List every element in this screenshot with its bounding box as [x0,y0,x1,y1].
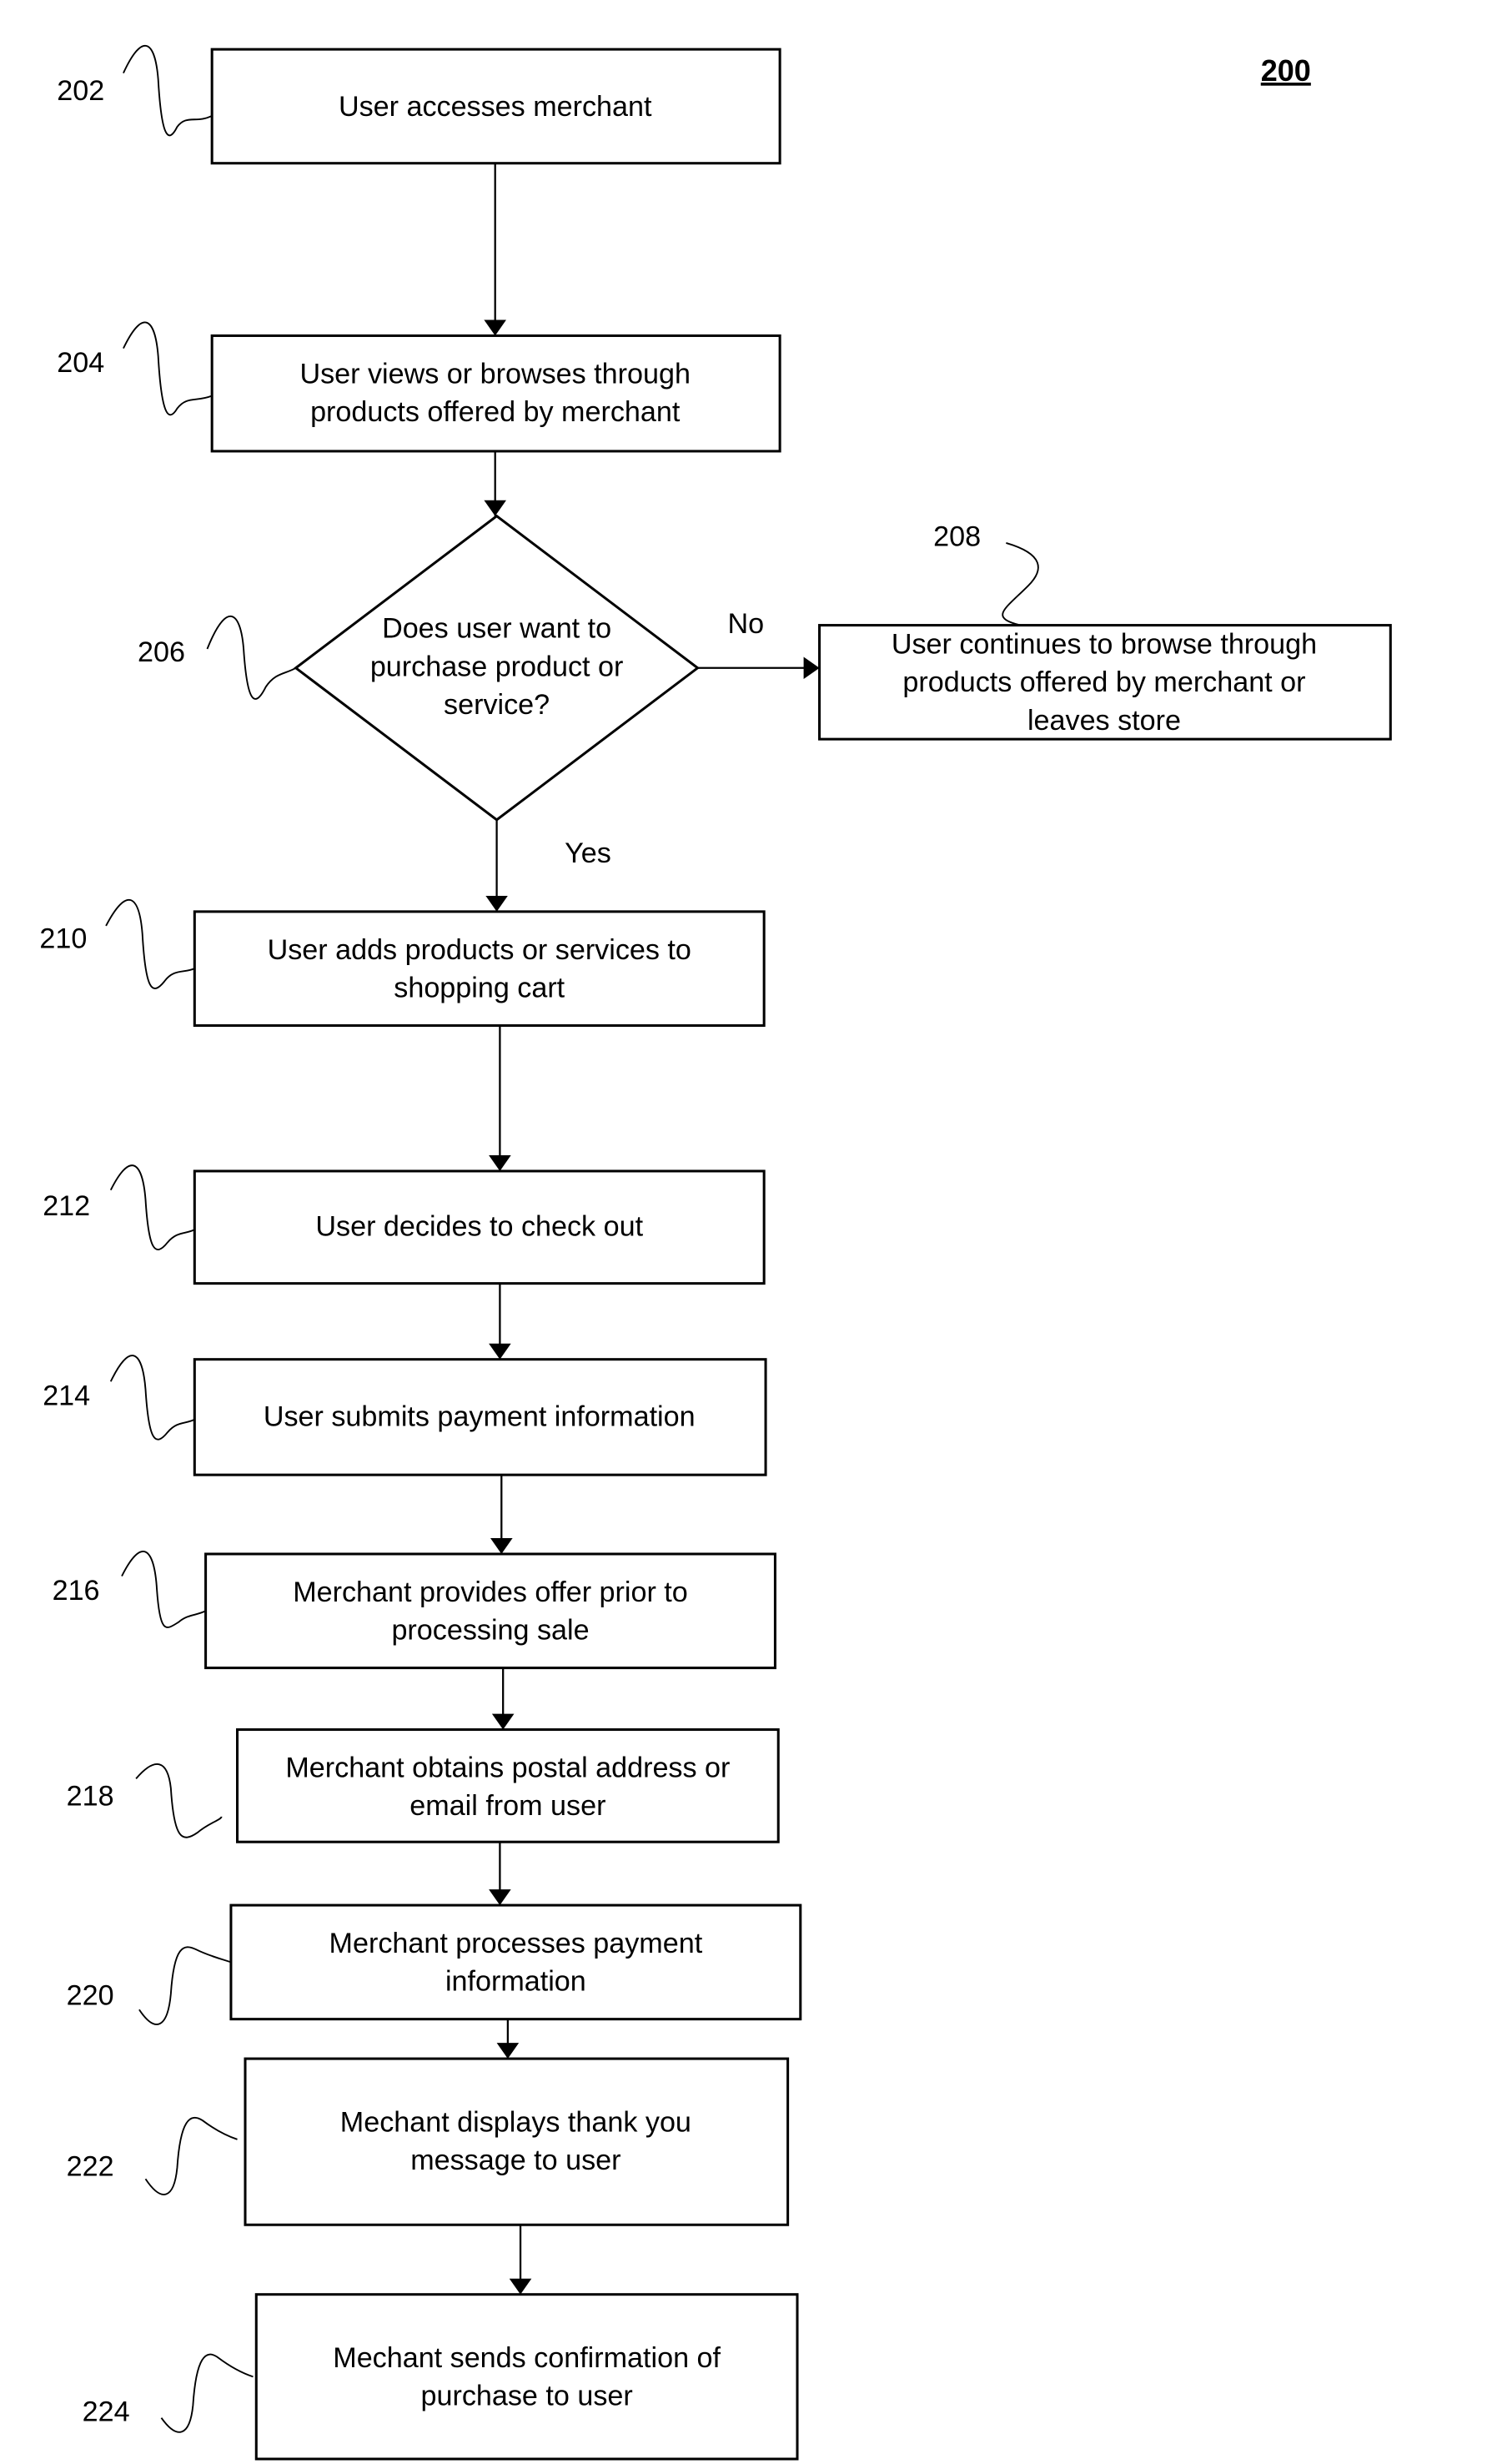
step-text: Mechant displays thank you [340,2106,691,2138]
leader-line [123,321,213,416]
step-text: message to user [410,2145,620,2176]
leader-line [109,1355,195,1441]
ref-label: 208 [933,521,981,553]
ref-label: 210 [39,923,87,955]
step-text: information [445,1966,586,1998]
step-text: processing sale [391,1614,589,1646]
ref-label: 218 [67,1781,114,1813]
step-text: shopping cart [394,972,565,1003]
step-208: User continues to browse through product… [818,521,1392,741]
leader-line [1002,542,1039,626]
step-text: User decides to check out [315,1211,643,1243]
step-text: email from user [409,1790,605,1822]
step-text: User continues to browse through [892,629,1317,661]
step-box [229,1903,802,2021]
leader-line [105,898,195,989]
step-text: purchase to user [421,2380,633,2411]
step-text: User views or browses through [299,358,690,390]
step-text: Merchant obtains postal address or [285,1752,730,1783]
leader-line [138,1946,232,2025]
step-box [193,910,766,1027]
ref-label: 216 [53,1575,100,1607]
ref-label: 204 [57,347,104,379]
step-text: leaves store [1027,705,1181,737]
step-box [204,1552,776,1670]
step-224: Mechant sends confirmation of purchase t… [83,2293,799,2461]
decision-text: service? [444,689,550,721]
step-212: User decides to check out 212 [43,1164,766,1285]
ref-label: 214 [43,1380,90,1412]
step-box [236,1728,780,1843]
figure-label: 200 [1261,53,1311,88]
leader-line [121,1551,207,1628]
decision-text: Does user want to [382,613,611,645]
step-218: Merchant obtains postal address or email… [67,1728,780,1843]
step-204: User views or browses through products o… [57,321,781,453]
decision-206: Does user want to purchase product or se… [138,514,701,822]
leader-line [135,1763,223,1838]
step-text: products offered by merchant [310,396,681,428]
leader-line [123,44,213,137]
flowchart: 200 User accesses merchant 202 User view… [39,44,1392,2461]
ref-label: 224 [83,2396,130,2427]
step-box [210,334,781,453]
step-text: User accesses merchant [339,91,652,123]
decision-text: purchase product or [370,651,624,682]
step-text: Merchant processes payment [329,1928,703,1959]
step-text: User submits payment information [264,1400,696,1432]
edge-label-no: No [728,608,765,640]
step-text: products offered by merchant or [902,666,1305,698]
step-box [254,2293,799,2461]
leader-line [206,615,297,700]
step-202: User accesses merchant 202 [57,44,781,165]
ref-label: 202 [57,75,104,107]
step-220: Merchant processes payment information 2… [67,1903,802,2025]
step-216: Merchant provides offer prior to process… [53,1551,776,1670]
ref-label: 220 [67,1980,114,2012]
leader-line [144,2116,238,2195]
ref-label: 206 [138,636,185,668]
step-210: User adds products or services to shoppi… [39,898,766,1027]
step-222: Mechant displays thank you message to us… [67,2057,790,2226]
ref-label: 212 [43,1190,90,1222]
step-box [244,2057,790,2226]
step-text: User adds products or services to [268,934,691,966]
step-text: Mechant sends confirmation of [333,2342,721,2374]
ref-label: 222 [67,2150,114,2182]
step-214: User submits payment information 214 [43,1355,767,1476]
edge-label-yes: Yes [565,837,611,869]
leader-line [109,1164,195,1251]
step-text: Merchant provides offer prior to [293,1576,688,1608]
leader-line [160,2353,254,2433]
